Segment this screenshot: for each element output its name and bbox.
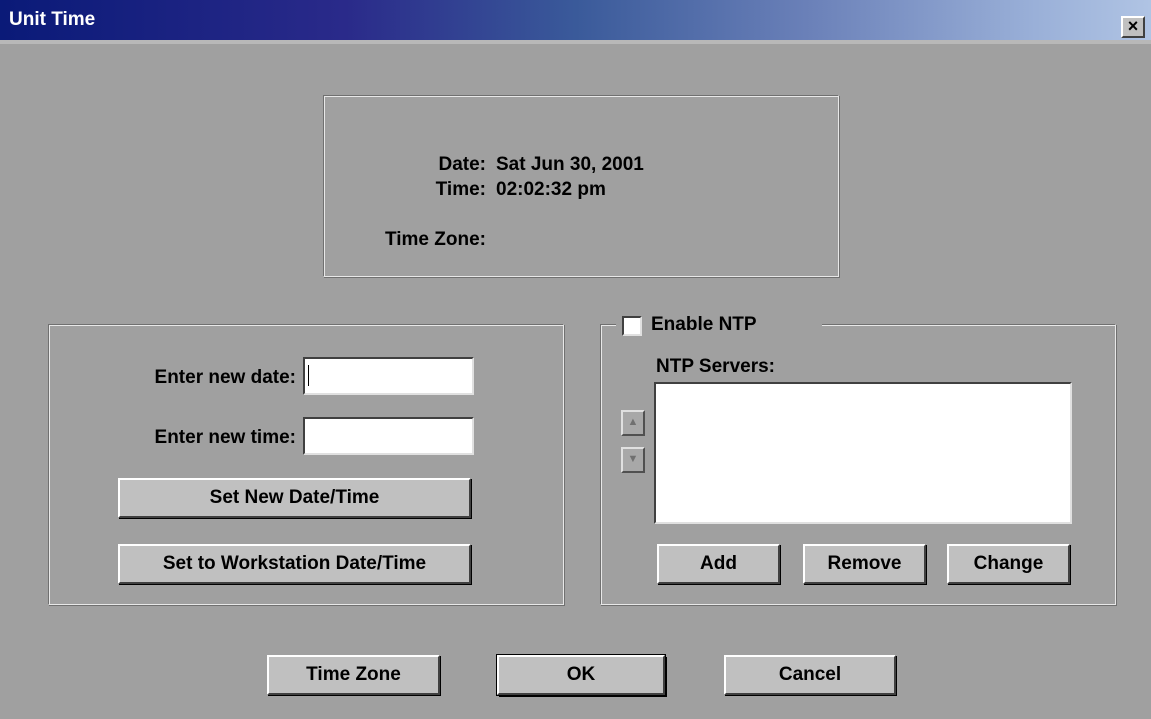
time-label: Time: <box>435 179 486 200</box>
close-icon: × <box>1127 16 1139 36</box>
new-time-input[interactable] <box>303 417 474 455</box>
arrow-up-icon: ▲ <box>627 416 639 428</box>
new-date-input[interactable] <box>303 357 474 395</box>
ntp-servers-list[interactable] <box>654 382 1072 524</box>
new-date-label: Enter new date: <box>154 367 296 388</box>
date-label: Date: <box>438 154 486 175</box>
date-value: Sat Jun 30, 2001 <box>496 154 644 175</box>
timezone-label: Time Zone: <box>385 229 486 250</box>
set-new-datetime-button[interactable]: Set New Date/Time <box>118 478 471 518</box>
new-time-label: Enter new time: <box>154 427 296 448</box>
text-caret <box>308 365 309 386</box>
time-value: 02:02:32 pm <box>496 179 606 200</box>
ntp-servers-label: NTP Servers: <box>656 356 775 377</box>
enable-ntp-checkbox[interactable] <box>622 316 642 336</box>
move-up-button[interactable]: ▲ <box>621 410 645 436</box>
change-server-button[interactable]: Change <box>947 544 1070 584</box>
window-title: Unit Time <box>9 9 96 30</box>
timezone-button[interactable]: Time Zone <box>267 655 440 695</box>
set-workstation-datetime-button[interactable]: Set to Workstation Date/Time <box>118 544 471 584</box>
remove-server-button[interactable]: Remove <box>803 544 926 584</box>
ok-button[interactable]: OK <box>496 654 666 696</box>
move-down-button[interactable]: ▼ <box>621 447 645 473</box>
title-separator <box>0 40 1151 44</box>
close-button[interactable]: × <box>1121 16 1145 38</box>
title-bar[interactable]: Unit Time × <box>0 0 1151 40</box>
cancel-button[interactable]: Cancel <box>724 655 896 695</box>
add-server-button[interactable]: Add <box>657 544 780 584</box>
enable-ntp-label[interactable]: Enable NTP <box>651 314 757 336</box>
arrow-down-icon: ▼ <box>627 453 639 465</box>
